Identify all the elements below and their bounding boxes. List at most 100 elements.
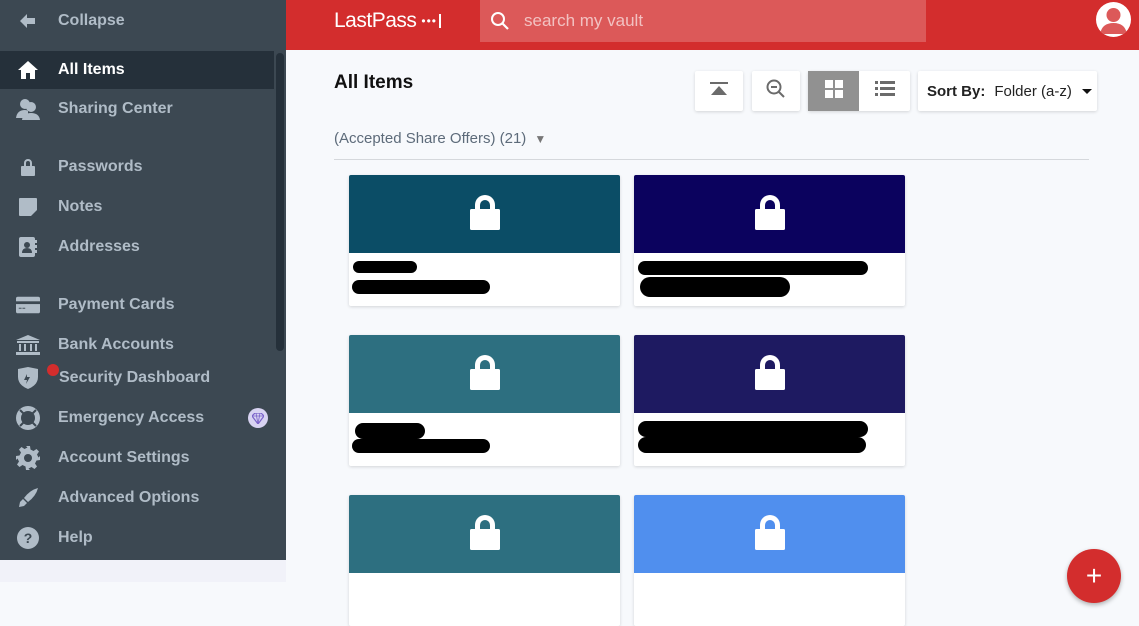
folder-header[interactable]: (Accepted Share Offers) (21) ▼ xyxy=(334,130,546,147)
avatar[interactable] xyxy=(1096,2,1131,37)
zoom-out-button[interactable] xyxy=(752,71,800,111)
card-body xyxy=(634,573,905,626)
lock-icon xyxy=(469,194,500,235)
users-icon xyxy=(16,97,40,121)
logo-cursor xyxy=(439,14,441,28)
life-ring-icon xyxy=(16,406,40,430)
card-body xyxy=(349,573,620,626)
lock-icon xyxy=(754,354,785,395)
sidebar-item-notes[interactable]: Notes xyxy=(0,188,274,226)
premium-diamond-icon xyxy=(248,408,268,428)
card-body xyxy=(634,253,905,306)
sidebar-item-label: Collapse xyxy=(58,12,125,29)
collapse-top-icon xyxy=(710,81,728,101)
vault-item-card[interactable] xyxy=(349,175,620,306)
sidebar-item-label: Payment Cards xyxy=(58,296,175,313)
lastpass-logo[interactable]: LastPass ••• xyxy=(334,9,441,33)
card-header xyxy=(634,495,905,573)
sidebar-item-passwords[interactable]: Passwords xyxy=(0,148,274,186)
search-box xyxy=(480,0,926,42)
lock-icon xyxy=(754,194,785,235)
card-header xyxy=(349,495,620,573)
sidebar-scrollbar[interactable] xyxy=(276,53,284,351)
sidebar-item-payment-cards[interactable]: Payment Cards xyxy=(0,286,274,324)
card-header xyxy=(634,175,905,253)
add-item-button[interactable]: + xyxy=(1067,549,1121,603)
vault-item-card[interactable] xyxy=(634,175,905,306)
sidebar-item-help[interactable]: ? Help xyxy=(0,519,274,557)
zoom-out-icon xyxy=(766,79,786,104)
sidebar-item-label: Passwords xyxy=(58,158,143,175)
list-view-button[interactable] xyxy=(859,71,910,111)
redacted-text xyxy=(638,437,866,453)
sidebar-item-all-items[interactable]: All Items xyxy=(0,51,274,89)
folder-label: (Accepted Share Offers) (21) xyxy=(334,130,527,147)
card-header xyxy=(634,335,905,413)
redacted-text xyxy=(352,280,490,294)
credit-card-icon xyxy=(16,293,40,317)
svg-text:?: ? xyxy=(24,530,33,546)
sidebar-item-label: Addresses xyxy=(58,238,140,255)
redacted-text xyxy=(638,261,868,275)
divider xyxy=(334,159,1089,160)
sidebar-item-label: Bank Accounts xyxy=(58,336,174,353)
sidebar-item-label: Sharing Center xyxy=(58,100,173,117)
sidebar-item-label: All Items xyxy=(58,61,125,78)
redacted-text xyxy=(638,421,868,437)
chevron-down-icon xyxy=(1081,88,1092,94)
sidebar-item-advanced-options[interactable]: Advanced Options xyxy=(0,479,274,517)
page-title: All Items xyxy=(334,72,414,93)
gear-icon xyxy=(16,446,40,470)
lock-icon xyxy=(469,354,500,395)
logo-text: LastPass xyxy=(334,9,417,32)
top-bar: LastPass ••• xyxy=(286,0,1139,50)
lock-icon xyxy=(469,514,500,555)
sidebar-item-label: Emergency Access xyxy=(58,409,205,426)
sort-dropdown[interactable]: Sort By: Folder (a-z) xyxy=(918,71,1097,111)
logo-dots: ••• xyxy=(421,14,437,28)
bank-icon xyxy=(16,333,40,357)
lock-icon xyxy=(754,514,785,555)
sidebar-item-security-dashboard[interactable]: Security Dashboard xyxy=(0,359,274,397)
vault-item-card[interactable] xyxy=(634,335,905,466)
redacted-text xyxy=(353,261,417,273)
sidebar-item-emergency-access[interactable]: Emergency Access xyxy=(0,399,274,437)
sidebar-item-collapse[interactable]: Collapse xyxy=(0,2,274,40)
search-input[interactable] xyxy=(524,6,914,36)
view-toggle xyxy=(808,71,910,111)
redacted-text xyxy=(640,277,790,297)
list-icon xyxy=(874,80,895,102)
grid-icon xyxy=(824,79,843,103)
alert-badge xyxy=(47,364,59,376)
sidebar-item-label: Advanced Options xyxy=(58,489,200,506)
sidebar: Collapse All Items Sharing Center Passwo… xyxy=(0,0,286,582)
sidebar-item-sharing-center[interactable]: Sharing Center xyxy=(0,90,274,128)
sidebar-item-account-settings[interactable]: Account Settings xyxy=(0,439,274,477)
lock-icon xyxy=(16,155,40,179)
caret-down-icon: ▼ xyxy=(534,131,547,146)
vault-item-card[interactable] xyxy=(634,495,905,626)
vault-item-card[interactable] xyxy=(349,495,620,626)
vault-item-card[interactable] xyxy=(349,335,620,466)
grid-view-button[interactable] xyxy=(808,71,859,111)
card-header xyxy=(349,335,620,413)
arrow-left-icon xyxy=(16,9,40,33)
sort-label: Sort By: xyxy=(927,82,986,100)
search-icon xyxy=(490,11,510,36)
sidebar-item-label: Security Dashboard xyxy=(59,369,211,386)
address-book-icon xyxy=(16,235,40,259)
card-header xyxy=(349,175,620,253)
card-body xyxy=(349,413,620,466)
card-body xyxy=(349,253,620,306)
shield-icon xyxy=(16,364,59,390)
question-icon: ? xyxy=(16,526,40,550)
sidebar-item-label: Help xyxy=(58,529,93,546)
sidebar-item-addresses[interactable]: Addresses xyxy=(0,228,274,266)
redacted-text xyxy=(352,439,490,453)
redacted-text xyxy=(355,423,425,439)
sidebar-item-label: Notes xyxy=(58,198,103,215)
card-body xyxy=(634,413,905,466)
sort-value: Folder (a-z) xyxy=(994,82,1072,100)
collapse-all-button[interactable] xyxy=(695,71,743,111)
note-icon xyxy=(16,195,40,219)
